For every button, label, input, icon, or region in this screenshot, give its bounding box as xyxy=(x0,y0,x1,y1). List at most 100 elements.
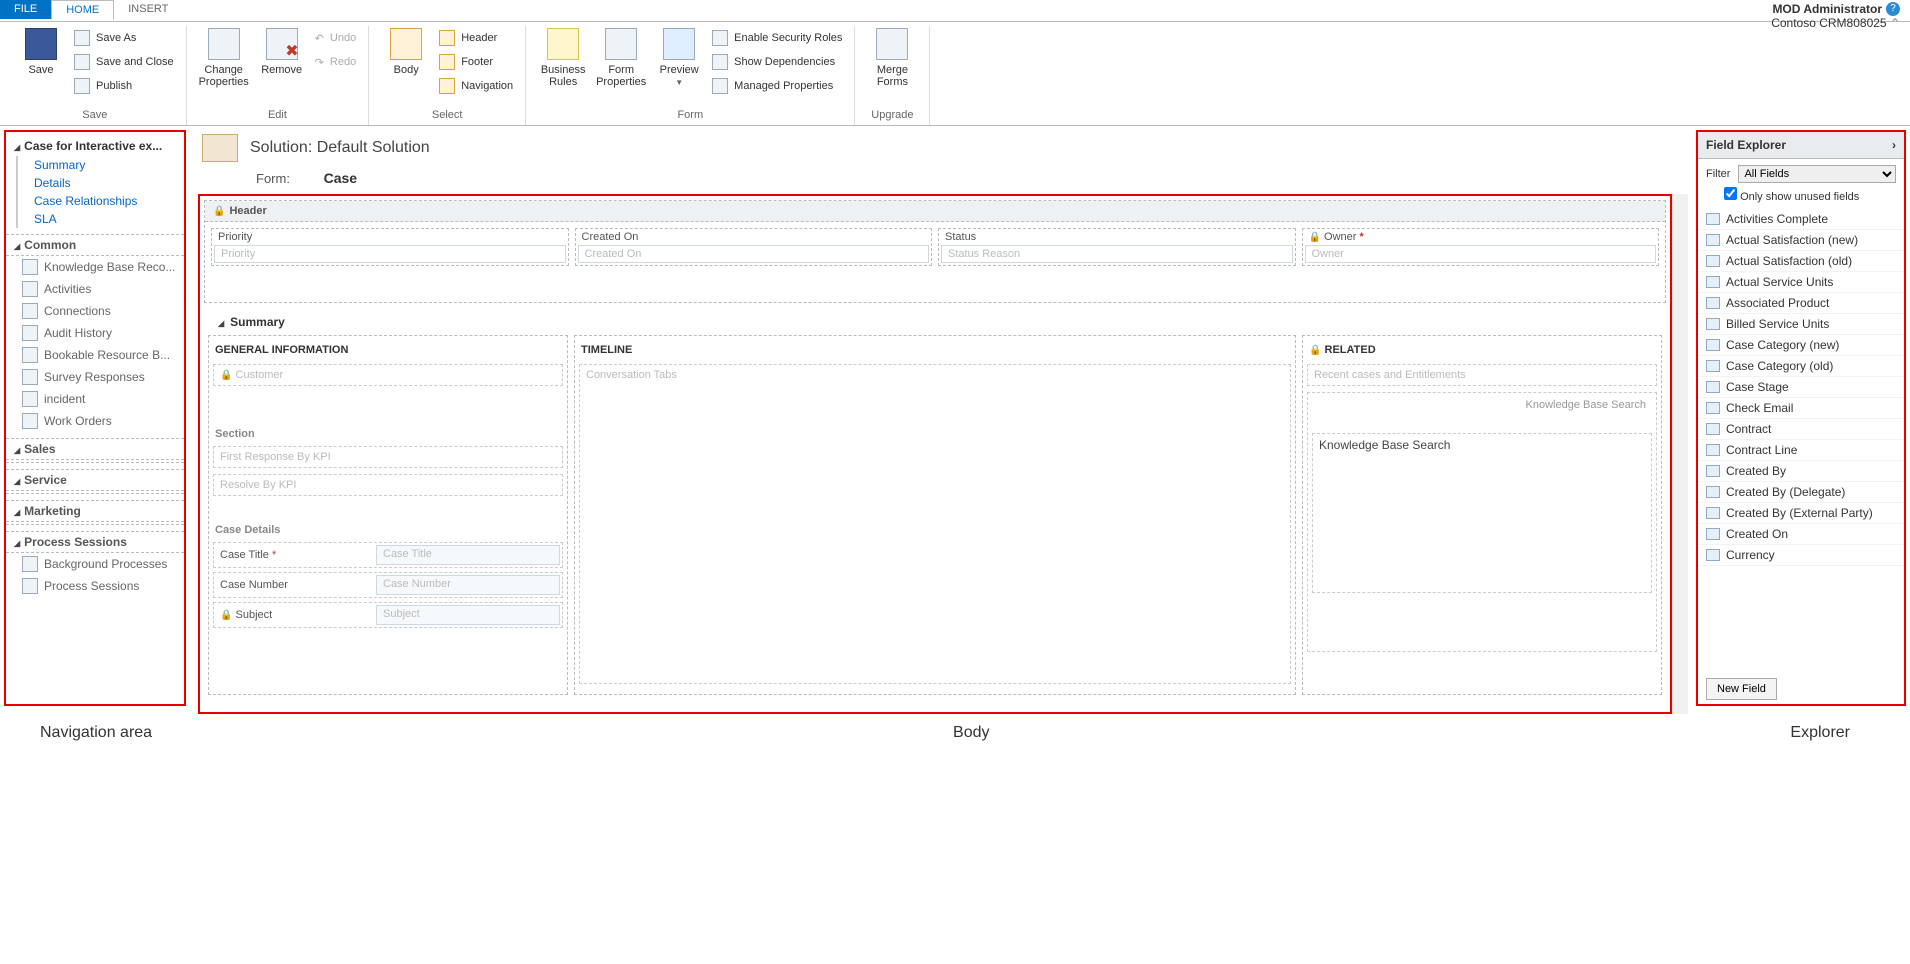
nav-link[interactable]: SLA xyxy=(16,210,184,228)
help-icon[interactable]: ? xyxy=(1886,2,1900,16)
body-button[interactable]: Body xyxy=(377,26,435,76)
form-properties-button[interactable]: Form Properties xyxy=(592,26,650,88)
remove-button[interactable]: ✖Remove xyxy=(253,26,311,76)
field-item[interactable]: Check Email xyxy=(1698,398,1904,419)
nav-service-header[interactable]: Service xyxy=(6,469,184,491)
scrollbar[interactable] xyxy=(1672,194,1688,714)
form-field-row[interactable]: Case Title *Case Title xyxy=(213,542,563,568)
navigation-button[interactable]: Navigation xyxy=(435,76,517,96)
field-item[interactable]: Created By xyxy=(1698,461,1904,482)
nav-item[interactable]: Survey Responses xyxy=(6,366,184,388)
business-rules-button[interactable]: Business Rules xyxy=(534,26,592,88)
ribbon: Save Save As Save and Close Publish Save… xyxy=(0,22,1910,126)
lock-icon: 🔒 xyxy=(213,206,225,217)
preview-icon xyxy=(663,28,695,60)
tab-file[interactable]: FILE xyxy=(0,0,51,19)
form-field-row[interactable]: Case NumberCase Number xyxy=(213,572,563,598)
summary-tab[interactable]: Summary xyxy=(204,309,1666,335)
field-icon xyxy=(1706,486,1720,498)
field-item[interactable]: Actual Satisfaction (new) xyxy=(1698,230,1904,251)
nav-item[interactable]: Audit History xyxy=(6,322,184,344)
publish-button[interactable]: Publish xyxy=(70,76,178,96)
filter-select[interactable]: All Fields xyxy=(1738,165,1896,183)
nav-sales-header[interactable]: Sales xyxy=(6,438,184,460)
nav-common-header[interactable]: Common xyxy=(6,234,184,256)
field-icon xyxy=(1706,402,1720,414)
header-field[interactable]: Created OnCreated On xyxy=(575,228,933,266)
show-dependencies-button[interactable]: Show Dependencies xyxy=(708,52,846,72)
related-column[interactable]: 🔒 RELATED Recent cases and Entitlements … xyxy=(1302,335,1662,695)
navigation-area: Case for Interactive ex... SummaryDetail… xyxy=(4,130,186,706)
collapse-explorer-icon[interactable]: › xyxy=(1892,138,1896,152)
redo-button[interactable]: ↷Redo xyxy=(311,52,361,72)
form-properties-icon xyxy=(605,28,637,60)
nav-item[interactable]: Activities xyxy=(6,278,184,300)
field-icon xyxy=(1706,318,1720,330)
kpi1-field[interactable]: First Response By KPI xyxy=(213,446,563,468)
field-item[interactable]: Case Category (new) xyxy=(1698,335,1904,356)
save-button[interactable]: Save xyxy=(12,26,70,76)
managed-properties-icon xyxy=(712,78,728,94)
nav-marketing-header[interactable]: Marketing xyxy=(6,500,184,522)
field-icon xyxy=(1706,360,1720,372)
header-button[interactable]: Header xyxy=(435,28,517,48)
header-field[interactable]: PriorityPriority xyxy=(211,228,569,266)
field-item[interactable]: Case Stage xyxy=(1698,377,1904,398)
related-placeholder[interactable]: Recent cases and Entitlements xyxy=(1307,364,1657,386)
nav-item[interactable]: Process Sessions xyxy=(6,575,184,597)
field-item[interactable]: Created On xyxy=(1698,524,1904,545)
field-item[interactable]: Currency xyxy=(1698,545,1904,566)
nav-case-header[interactable]: Case for Interactive ex... xyxy=(6,136,184,156)
new-field-button[interactable]: New Field xyxy=(1706,678,1777,700)
kb-pane[interactable]: Knowledge Base Search Knowledge Base Sea… xyxy=(1307,392,1657,652)
undo-button[interactable]: ↶Undo xyxy=(311,28,361,48)
collapse-icon[interactable]: ⌃ xyxy=(1890,16,1900,30)
nav-link[interactable]: Summary xyxy=(16,156,184,174)
user-info: MOD Administrator? Contoso CRM808025 ⌃ xyxy=(1771,0,1910,30)
general-column[interactable]: GENERAL INFORMATION 🔒 Customer Section F… xyxy=(208,335,568,695)
nav-item[interactable]: Background Processes xyxy=(6,553,184,575)
field-item[interactable]: Actual Satisfaction (old) xyxy=(1698,251,1904,272)
change-properties-button[interactable]: Change Properties xyxy=(195,26,253,88)
tab-home[interactable]: HOME xyxy=(51,0,114,20)
nav-item-icon xyxy=(22,391,38,407)
security-roles-button[interactable]: Enable Security Roles xyxy=(708,28,846,48)
timeline-column[interactable]: TIMELINE Conversation Tabs xyxy=(574,335,1296,695)
tab-insert[interactable]: INSERT xyxy=(114,0,182,19)
save-close-button[interactable]: Save and Close xyxy=(70,52,178,72)
field-item[interactable]: Created By (Delegate) xyxy=(1698,482,1904,503)
only-unused-checkbox[interactable]: Only show unused fields xyxy=(1724,191,1859,203)
nav-process-header[interactable]: Process Sessions xyxy=(6,531,184,553)
field-item[interactable]: Billed Service Units xyxy=(1698,314,1904,335)
field-item[interactable]: Associated Product xyxy=(1698,293,1904,314)
nav-item[interactable]: incident xyxy=(6,388,184,410)
kb-search[interactable]: Knowledge Base Search xyxy=(1312,433,1652,593)
footer-button[interactable]: Footer xyxy=(435,52,517,72)
nav-item[interactable]: Work Orders xyxy=(6,410,184,432)
managed-properties-button[interactable]: Managed Properties xyxy=(708,76,846,96)
kpi2-field[interactable]: Resolve By KPI xyxy=(213,474,563,496)
field-item[interactable]: Activities Complete xyxy=(1698,209,1904,230)
preview-button[interactable]: Preview▼ xyxy=(650,26,708,89)
nav-item[interactable]: Connections xyxy=(6,300,184,322)
field-item[interactable]: Case Category (old) xyxy=(1698,356,1904,377)
header-section[interactable]: 🔒Header PriorityPriorityCreated OnCreate… xyxy=(204,200,1666,303)
customer-field[interactable]: 🔒 Customer xyxy=(213,364,563,386)
save-as-button[interactable]: Save As xyxy=(70,28,178,48)
nav-link[interactable]: Details xyxy=(16,174,184,192)
nav-link[interactable]: Case Relationships xyxy=(16,192,184,210)
merge-forms-button[interactable]: Merge Forms xyxy=(863,26,921,88)
nav-item[interactable]: Knowledge Base Reco... xyxy=(6,256,184,278)
group-save: Save xyxy=(82,107,107,125)
field-icon xyxy=(1706,528,1720,540)
field-item[interactable]: Contract Line xyxy=(1698,440,1904,461)
form-field-row[interactable]: 🔒 SubjectSubject xyxy=(213,602,563,628)
nav-item[interactable]: Bookable Resource B... xyxy=(6,344,184,366)
field-item[interactable]: Actual Service Units xyxy=(1698,272,1904,293)
timeline-placeholder[interactable]: Conversation Tabs xyxy=(579,364,1291,684)
header-field[interactable]: StatusStatus Reason xyxy=(938,228,1296,266)
field-item[interactable]: Created By (External Party) xyxy=(1698,503,1904,524)
header-field[interactable]: 🔒 Owner *Owner xyxy=(1302,228,1660,266)
field-item[interactable]: Contract xyxy=(1698,419,1904,440)
publish-icon xyxy=(74,78,90,94)
